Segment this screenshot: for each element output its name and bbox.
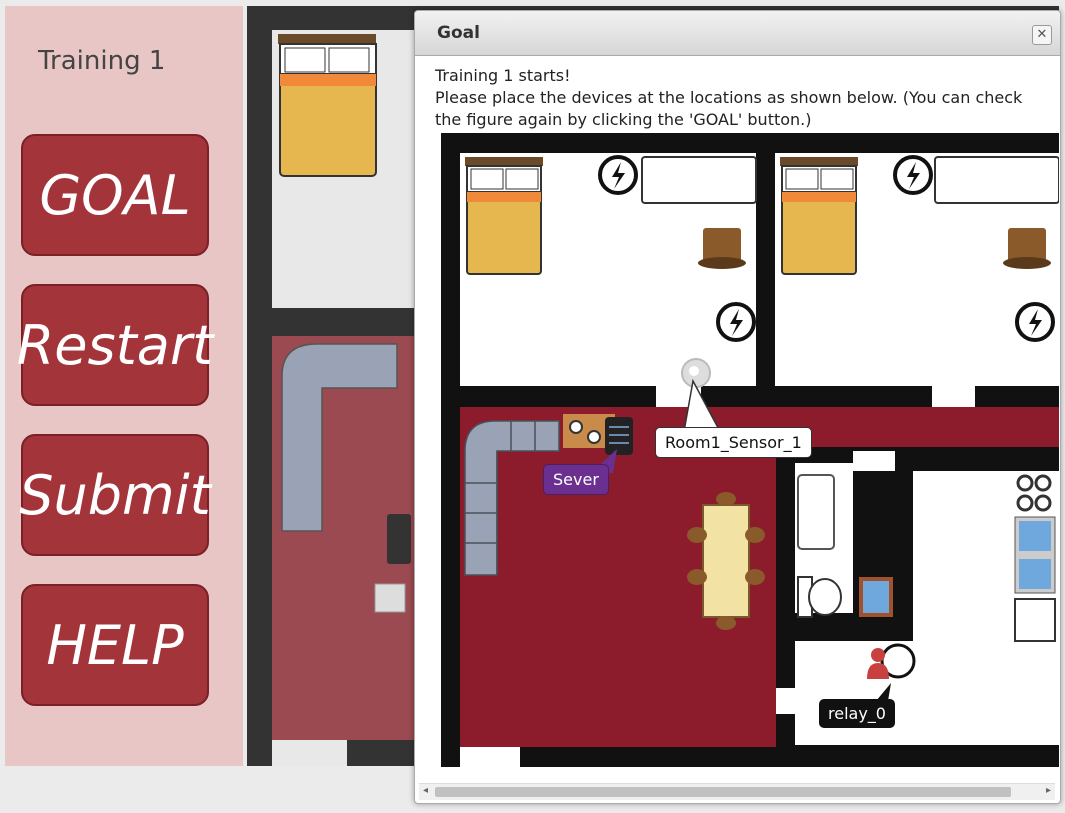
power-outlet-icon-3: [893, 155, 933, 195]
restart-button[interactable]: Restart: [17, 284, 213, 406]
stool-icon-1: [698, 228, 746, 269]
relay-callout: relay_0: [819, 699, 895, 728]
bed-icon: [278, 34, 377, 177]
sensor-callout: Room1_Sensor_1: [655, 427, 812, 458]
horizontal-scrollbar[interactable]: ◂ ▸: [419, 783, 1055, 800]
power-outlet-icon-4: [1015, 302, 1055, 342]
fridge-icon: [1014, 598, 1056, 642]
kitchen-sink-icon: [1014, 516, 1056, 594]
stool-icon-2: [1003, 228, 1051, 269]
stove-icon: [1015, 473, 1053, 513]
power-outlet-icon-1: [598, 155, 638, 195]
toilet-icon: [797, 576, 842, 618]
help-button[interactable]: HELP: [21, 584, 209, 706]
dialog-instructions: Training 1 starts! Please place the devi…: [435, 65, 1045, 131]
power-outlet-icon-2: [716, 302, 756, 342]
desk-2: [934, 156, 1059, 204]
bed-icon-1: [465, 157, 543, 275]
submit-button[interactable]: Submit: [19, 434, 211, 556]
instruction-line-1: Training 1 starts!: [435, 66, 571, 85]
hallway: [795, 641, 1059, 745]
dialog-title: Goal: [437, 23, 480, 43]
training-title: Training 1: [38, 46, 166, 76]
goal-dialog: Goal ✕ Training 1 starts! Please place t…: [414, 10, 1061, 804]
sink-icon: [859, 577, 893, 617]
scroll-left-icon[interactable]: ◂: [423, 785, 428, 796]
server-icon: [605, 417, 633, 455]
instruction-line-2: Please place the devices at the location…: [435, 88, 1023, 129]
scroll-right-icon[interactable]: ▸: [1046, 785, 1051, 796]
scrollbar-thumb[interactable]: [435, 787, 1011, 797]
server-callout: Sever: [543, 464, 609, 495]
sidebar: Training 1 GOAL Restart Submit HELP: [5, 6, 243, 766]
bed-icon-2: [780, 157, 858, 275]
desk-1: [641, 156, 757, 204]
sensor-icon: [681, 358, 711, 388]
goal-button[interactable]: GOAL: [21, 134, 209, 256]
bathtub-icon: [797, 474, 835, 550]
dialog-header[interactable]: Goal ✕: [415, 11, 1060, 56]
close-icon[interactable]: ✕: [1032, 25, 1052, 45]
